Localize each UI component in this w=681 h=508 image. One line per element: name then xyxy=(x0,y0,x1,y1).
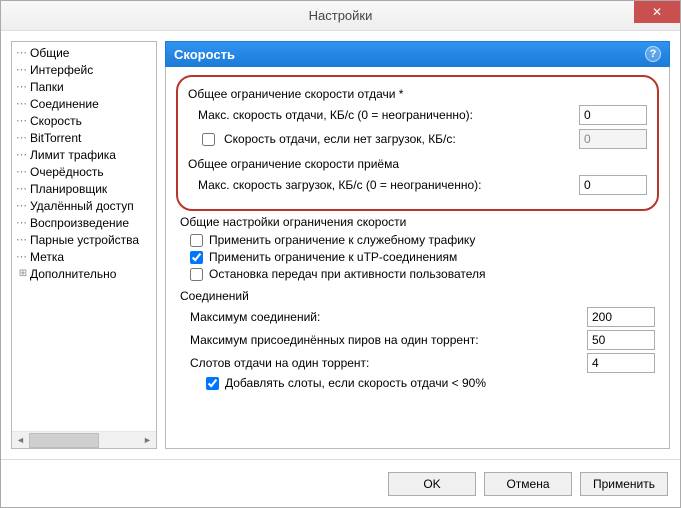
sidebar: ⋯Общие⋯Интерфейс⋯Папки⋯Соединение⋯Скорос… xyxy=(11,41,157,449)
download-group-title: Общее ограничение скорости приёма xyxy=(188,157,647,171)
max-peers-input[interactable] xyxy=(587,330,655,350)
download-max-label: Макс. скорость загрузок, КБ/с (0 = неогр… xyxy=(188,178,573,192)
sidebar-item[interactable]: ⋯Общие xyxy=(12,44,156,61)
sidebar-item[interactable]: ⋯Лимит трафика xyxy=(12,146,156,163)
tree-branch-icon: ⋯ xyxy=(16,114,30,127)
upload-slots-input[interactable] xyxy=(587,353,655,373)
sidebar-item-label: Воспроизведение xyxy=(30,216,129,230)
ok-button[interactable]: OK xyxy=(388,472,476,496)
tree-branch-icon: ⋯ xyxy=(16,165,30,178)
sidebar-item-label: Интерфейс xyxy=(30,63,93,77)
tree-branch-icon: ⋯ xyxy=(16,216,30,229)
sidebar-item[interactable]: ⋯Удалённый доступ xyxy=(12,197,156,214)
sidebar-item[interactable]: ⋯BitTorrent xyxy=(12,129,156,146)
sidebar-item-label: Соединение xyxy=(30,97,99,111)
tree-branch-icon: ⋯ xyxy=(16,233,30,246)
cancel-button[interactable]: Отмена xyxy=(484,472,572,496)
sidebar-item-label: Очерёдность xyxy=(30,165,104,179)
max-connections-input[interactable] xyxy=(587,307,655,327)
scroll-thumb[interactable] xyxy=(29,433,99,448)
sidebar-item[interactable]: ⋯Воспроизведение xyxy=(12,214,156,231)
apply-button[interactable]: Применить xyxy=(580,472,668,496)
tree-branch-icon: ⋯ xyxy=(16,131,30,144)
sidebar-item-label: BitTorrent xyxy=(30,131,81,145)
sidebar-item-label: Общие xyxy=(30,46,69,60)
upload-slots-label: Слотов отдачи на один торрент: xyxy=(180,356,581,370)
scroll-right-arrow-icon[interactable]: ► xyxy=(139,432,156,449)
sidebar-item-label: Удалённый доступ xyxy=(30,199,134,213)
upload-alt-checkbox[interactable] xyxy=(202,133,215,146)
expand-icon: ⊞ xyxy=(16,268,30,279)
sidebar-item-label: Папки xyxy=(30,80,64,94)
panel-title: Скорость xyxy=(174,47,235,62)
sidebar-item[interactable]: ⋯Парные устройства xyxy=(12,231,156,248)
panel-header: Скорость ? xyxy=(165,41,670,67)
limit-overhead-label: Применить ограничение к служебному трафи… xyxy=(209,233,475,247)
sidebar-item-label: Метка xyxy=(30,250,64,264)
panel-body: Общее ограничение скорости отдачи * Макс… xyxy=(165,67,670,449)
sidebar-item[interactable]: ⋯Папки xyxy=(12,78,156,95)
upload-max-label: Макс. скорость отдачи, КБ/с (0 = неогран… xyxy=(188,108,573,122)
tree-branch-icon: ⋯ xyxy=(16,80,30,93)
upload-alt-label: Скорость отдачи, если нет загрузок, КБ/с… xyxy=(224,132,456,146)
connections-group-title: Соединений xyxy=(180,289,655,303)
sidebar-item[interactable]: ⋯Скорость xyxy=(12,112,156,129)
limit-utp-label: Применить ограничение к uTP-соединениям xyxy=(209,250,457,264)
dialog-footer: OK Отмена Применить xyxy=(1,459,680,507)
tree-branch-icon: ⋯ xyxy=(16,63,30,76)
highlighted-region: Общее ограничение скорости отдачи * Макс… xyxy=(176,75,659,211)
stop-on-activity-checkbox[interactable] xyxy=(190,268,203,281)
limit-overhead-checkbox[interactable] xyxy=(190,234,203,247)
add-slots-label: Добавлять слоты, если скорость отдачи < … xyxy=(225,376,486,390)
max-connections-label: Максимум соединений: xyxy=(180,310,581,324)
tree-branch-icon: ⋯ xyxy=(16,97,30,110)
tree-branch-icon: ⋯ xyxy=(16,199,30,212)
tree-branch-icon: ⋯ xyxy=(16,250,30,263)
window-title: Настройки xyxy=(309,8,373,23)
settings-tree[interactable]: ⋯Общие⋯Интерфейс⋯Папки⋯Соединение⋯Скорос… xyxy=(12,42,156,431)
sidebar-item[interactable]: ⋯Планировщик xyxy=(12,180,156,197)
sidebar-item[interactable]: ⋯Метка xyxy=(12,248,156,265)
common-group-title: Общие настройки ограничения скорости xyxy=(180,215,655,229)
tree-branch-icon: ⋯ xyxy=(16,182,30,195)
sidebar-item-label: Дополнительно xyxy=(30,267,116,281)
scroll-left-arrow-icon[interactable]: ◄ xyxy=(12,432,29,449)
add-slots-checkbox[interactable] xyxy=(206,377,219,390)
max-peers-label: Максимум присоединённых пиров на один то… xyxy=(180,333,581,347)
limit-utp-checkbox[interactable] xyxy=(190,251,203,264)
tree-branch-icon: ⋯ xyxy=(16,46,30,59)
upload-alt-input xyxy=(579,129,647,149)
sidebar-item-label: Планировщик xyxy=(30,182,107,196)
upload-max-input[interactable] xyxy=(579,105,647,125)
download-max-input[interactable] xyxy=(579,175,647,195)
scrollbar-horizontal[interactable]: ◄ ► xyxy=(12,431,156,448)
sidebar-item-label: Скорость xyxy=(30,114,82,128)
close-icon: ✕ xyxy=(652,5,662,19)
stop-on-activity-label: Остановка передач при активности пользов… xyxy=(209,267,486,281)
sidebar-item[interactable]: ⋯Соединение xyxy=(12,95,156,112)
sidebar-item-label: Парные устройства xyxy=(30,233,139,247)
upload-group-title: Общее ограничение скорости отдачи * xyxy=(188,87,647,101)
titlebar: Настройки ✕ xyxy=(1,1,680,31)
sidebar-item[interactable]: ⊞Дополнительно xyxy=(12,265,156,282)
sidebar-item[interactable]: ⋯Очерёдность xyxy=(12,163,156,180)
sidebar-item-label: Лимит трафика xyxy=(30,148,116,162)
sidebar-item[interactable]: ⋯Интерфейс xyxy=(12,61,156,78)
help-icon[interactable]: ? xyxy=(645,46,661,62)
settings-window: Настройки ✕ ⋯Общие⋯Интерфейс⋯Папки⋯Соеди… xyxy=(0,0,681,508)
tree-branch-icon: ⋯ xyxy=(16,148,30,161)
close-button[interactable]: ✕ xyxy=(634,1,680,23)
